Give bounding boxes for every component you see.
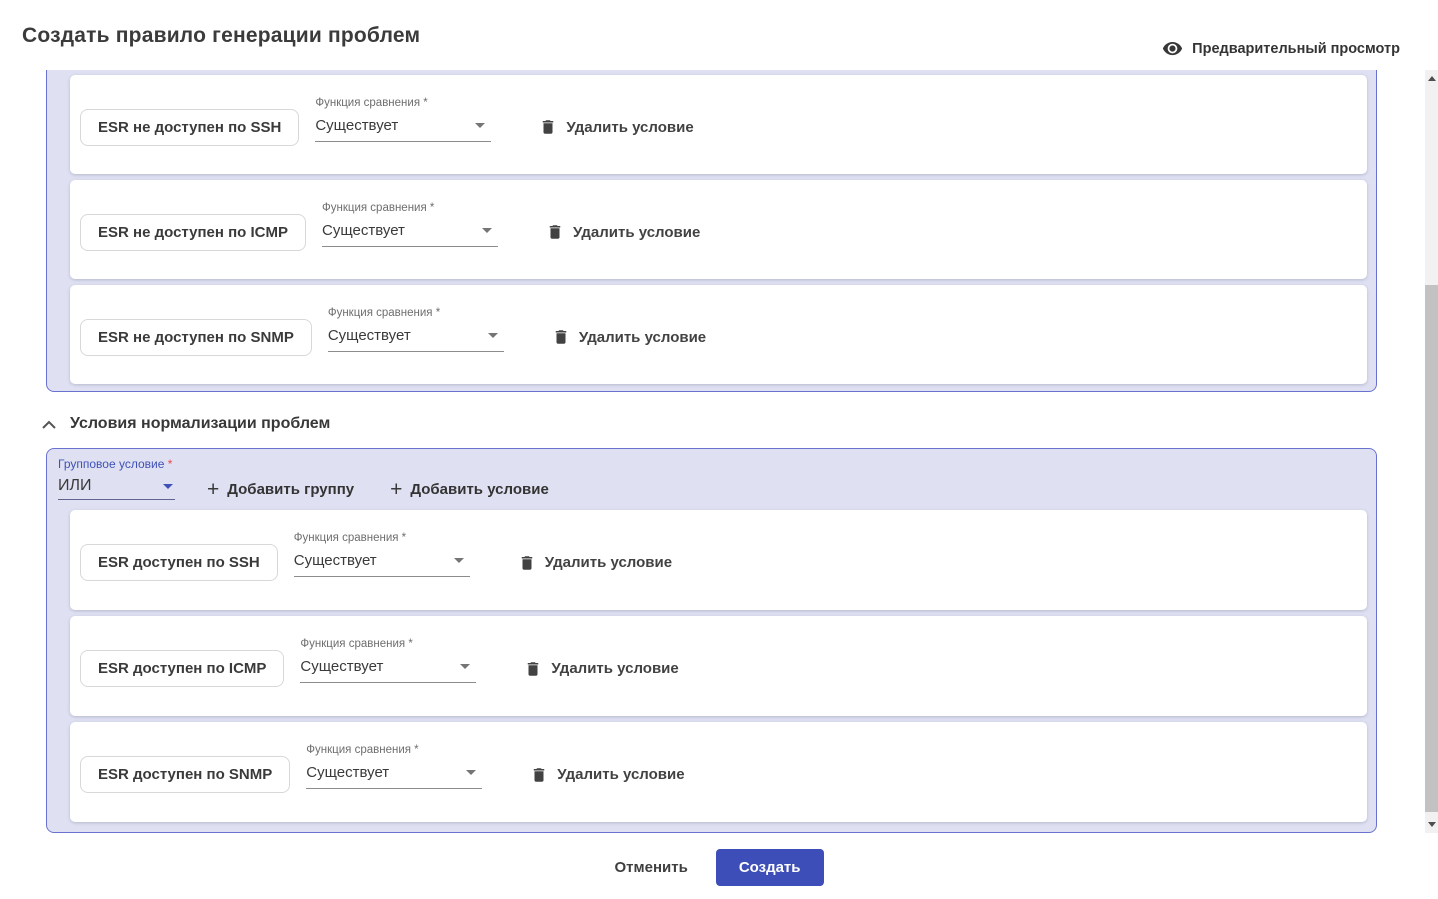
- collapse-section-button[interactable]: [42, 420, 56, 429]
- comparison-function-field: Функция сравнения * Существует: [328, 307, 504, 352]
- condition-chip[interactable]: ESR не доступен по SSH: [80, 109, 299, 146]
- chevron-down-icon: [454, 558, 464, 563]
- trash-icon: [546, 223, 564, 241]
- comparison-function-select[interactable]: Существует: [328, 327, 504, 352]
- normalization-section-header: Условия нормализации проблем: [42, 415, 1424, 433]
- comparison-function-label: Функция сравнения *: [322, 202, 498, 214]
- plus-icon: +: [390, 482, 402, 498]
- comparison-function-label: Функция сравнения *: [315, 97, 491, 109]
- delete-condition-label: Удалить условие: [573, 224, 700, 241]
- delete-condition-button[interactable]: Удалить условие: [546, 223, 700, 241]
- delete-condition-button[interactable]: Удалить условие: [530, 766, 684, 784]
- group-condition-label: Групповое условие *: [58, 457, 1367, 471]
- delete-condition-label: Удалить условие: [557, 766, 684, 783]
- comparison-function-select[interactable]: Существует: [300, 658, 476, 683]
- condition-card: ESR не доступен по SNMP Функция сравнени…: [70, 285, 1367, 384]
- triangle-up-icon: [1428, 76, 1436, 81]
- comparison-function-select[interactable]: Существует: [322, 222, 498, 247]
- eye-icon: [1162, 38, 1183, 59]
- comparison-function-label: Функция сравнения *: [294, 532, 470, 544]
- comparison-function-field: Функция сравнения * Существует: [300, 638, 476, 683]
- comparison-function-field: Функция сравнения * Существует: [315, 97, 491, 142]
- trash-icon: [539, 118, 557, 136]
- create-button[interactable]: Создать: [716, 849, 824, 886]
- comparison-function-field: Функция сравнения * Существует: [294, 532, 470, 577]
- comparison-function-select[interactable]: Существует: [294, 552, 470, 577]
- comparison-function-value: Существует: [315, 117, 398, 134]
- delete-condition-button[interactable]: Удалить условие: [552, 328, 706, 346]
- condition-chip[interactable]: ESR доступен по SNMP: [80, 756, 290, 793]
- delete-condition-label: Удалить условие: [566, 119, 693, 136]
- delete-condition-label: Удалить условие: [545, 554, 672, 571]
- add-group-label: Добавить группу: [227, 481, 354, 498]
- comparison-function-label: Функция сравнения *: [328, 307, 504, 319]
- comparison-function-value: Существует: [300, 658, 383, 675]
- form-scroll-area: ESR не доступен по SSH Функция сравнения…: [0, 70, 1424, 833]
- comparison-function-field: Функция сравнения * Существует: [322, 202, 498, 247]
- group-operator-select[interactable]: ИЛИ: [58, 477, 175, 500]
- vertical-scrollbar[interactable]: [1425, 70, 1438, 833]
- delete-condition-button[interactable]: Удалить условие: [518, 554, 672, 572]
- comparison-function-label: Функция сравнения *: [306, 744, 482, 756]
- delete-condition-button[interactable]: Удалить условие: [524, 660, 678, 678]
- group-condition-label-text: Групповое условие: [58, 457, 164, 471]
- condition-card: ESR доступен по SSH Функция сравнения * …: [70, 510, 1367, 610]
- plus-icon: +: [207, 482, 219, 498]
- condition-card: ESR доступен по SNMP Функция сравнения *…: [70, 722, 1367, 822]
- add-condition-label: Добавить условие: [410, 481, 548, 498]
- group-operator-value: ИЛИ: [58, 477, 92, 495]
- add-condition-button[interactable]: + Добавить условие: [390, 481, 549, 498]
- comparison-function-field: Функция сравнения * Существует: [306, 744, 482, 789]
- scrollbar-up-button[interactable]: [1425, 72, 1438, 85]
- comparison-function-value: Существует: [328, 327, 411, 344]
- comparison-function-select[interactable]: Существует: [315, 117, 491, 142]
- comparison-function-value: Существует: [322, 222, 405, 239]
- condition-card: ESR доступен по ICMP Функция сравнения *…: [70, 616, 1367, 716]
- condition-chip[interactable]: ESR не доступен по SNMP: [80, 319, 312, 356]
- generation-conditions-group: ESR не доступен по SSH Функция сравнения…: [46, 70, 1377, 392]
- delete-condition-label: Удалить условие: [551, 660, 678, 677]
- chevron-up-icon: [42, 420, 56, 429]
- normalization-conditions-group: Групповое условие * ИЛИ + Добавить групп…: [46, 448, 1377, 833]
- page-title: Создать правило генерации проблем: [22, 24, 420, 48]
- chevron-down-icon: [163, 484, 173, 489]
- condition-chip[interactable]: ESR не доступен по ICMP: [80, 214, 306, 251]
- preview-button-label: Предварительный просмотр: [1192, 41, 1400, 57]
- comparison-function-label: Функция сравнения *: [300, 638, 476, 650]
- condition-card: ESR не доступен по SSH Функция сравнения…: [70, 75, 1367, 174]
- delete-condition-label: Удалить условие: [579, 329, 706, 346]
- group-operator-row: ИЛИ + Добавить группу + Добавить условие: [58, 477, 1367, 500]
- comparison-function-value: Существует: [294, 552, 377, 569]
- trash-icon: [518, 554, 536, 572]
- section-title: Условия нормализации проблем: [70, 415, 330, 433]
- normalization-cards: ESR доступен по SSH Функция сравнения * …: [70, 510, 1367, 822]
- comparison-function-select[interactable]: Существует: [306, 764, 482, 789]
- triangle-down-icon: [1428, 822, 1436, 827]
- trash-icon: [552, 328, 570, 346]
- cancel-button[interactable]: Отменить: [601, 849, 702, 886]
- trash-icon: [530, 766, 548, 784]
- chevron-down-icon: [482, 228, 492, 233]
- footer-actions: Отменить Создать: [0, 849, 1424, 886]
- condition-card: ESR не доступен по ICMP Функция сравнени…: [70, 180, 1367, 279]
- scrollbar-down-button[interactable]: [1425, 818, 1438, 831]
- required-asterisk: *: [168, 457, 173, 471]
- condition-chip[interactable]: ESR доступен по SSH: [80, 544, 278, 581]
- condition-chip[interactable]: ESR доступен по ICMP: [80, 650, 284, 687]
- scrollbar-thumb[interactable]: [1425, 285, 1438, 812]
- comparison-function-value: Существует: [306, 764, 389, 781]
- chevron-down-icon: [460, 664, 470, 669]
- chevron-down-icon: [488, 333, 498, 338]
- chevron-down-icon: [475, 123, 485, 128]
- delete-condition-button[interactable]: Удалить условие: [539, 118, 693, 136]
- add-group-button[interactable]: + Добавить группу: [207, 481, 354, 498]
- preview-button[interactable]: Предварительный просмотр: [1162, 38, 1400, 59]
- chevron-down-icon: [466, 770, 476, 775]
- trash-icon: [524, 660, 542, 678]
